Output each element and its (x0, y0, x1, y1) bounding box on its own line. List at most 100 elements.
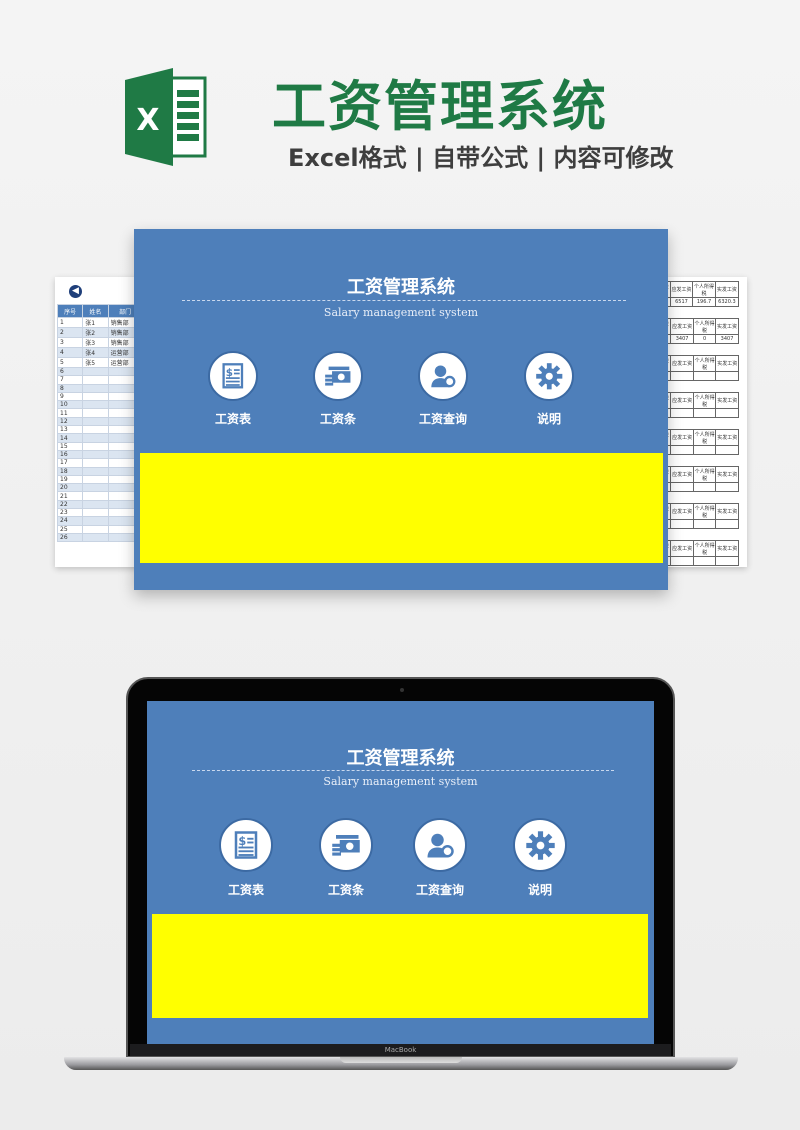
svg-text:X: X (136, 103, 159, 138)
employee-sheet-preview: ◀ 序号姓名部门职位1张1销售部经理2张2销售部副经理3张3销售部科员4张4运营… (55, 277, 145, 567)
table-cell: 19 (56, 474, 84, 485)
table-row: 14 (56, 433, 145, 443)
table-cell (82, 458, 109, 468)
table-cell: 4 (56, 347, 84, 358)
slip-header: 个人所得税 (693, 318, 717, 335)
laptop-notch (340, 1057, 462, 1063)
slip-header: 应发工资 (670, 466, 694, 483)
table-cell (82, 524, 109, 534)
nav-button-cash[interactable]: 工资条 (306, 818, 386, 898)
table-cell: 7 (56, 375, 84, 385)
slip-value (670, 445, 694, 455)
table-cell (82, 408, 109, 418)
panel-subtitle: Salary management system (323, 775, 478, 788)
table-row: 25 (56, 524, 145, 534)
table-row: 2张2销售部副经理 (56, 327, 145, 338)
table-cell: 5 (56, 357, 84, 368)
slip-value (670, 556, 694, 566)
table-cell: 2 (56, 327, 84, 338)
salary-sheet-icon: $ (219, 818, 273, 872)
table-cell: 17 (56, 458, 84, 468)
table-row: 3张3销售部科员 (56, 337, 145, 348)
user-search-icon (418, 351, 468, 401)
table-cell (82, 449, 109, 460)
table-cell (82, 474, 109, 485)
table-cell (82, 508, 109, 518)
laptop-screen-panel: 工资管理系统 Salary management system $ 工资表 工资条 工… (147, 701, 654, 1045)
nav-button-user-search[interactable]: 工资查询 (400, 818, 480, 898)
slip-header: 实发工资 (715, 540, 739, 557)
cash-icon (313, 351, 363, 401)
slip-header: 应发工资 (670, 503, 694, 520)
slip-header: 应发工资 (670, 318, 695, 335)
table-cell (82, 441, 109, 451)
table-row: 4张4运营部经理 (56, 347, 145, 358)
back-arrow-icon[interactable]: ◀ (69, 285, 82, 298)
panel-title: 工资管理系统 (346, 748, 455, 769)
employee-table: 序号姓名部门职位1张1销售部经理2张2销售部副经理3张3销售部科员4张4运营部经… (56, 304, 145, 543)
table-row: 21 (56, 491, 145, 501)
nav-button-salary-sheet[interactable]: $ 工资表 (206, 818, 286, 898)
nav-label: 工资表 (227, 883, 264, 897)
table-cell (82, 391, 109, 402)
nav-label: 工资表 (214, 412, 251, 426)
table-cell: 16 (56, 449, 84, 460)
table-cell: 20 (56, 483, 84, 493)
table-cell: 张3 (82, 337, 109, 348)
slip-value (692, 371, 717, 381)
table-row: 7 (56, 375, 145, 385)
nav-button-salary-sheet[interactable]: $ 工资表 (193, 351, 273, 427)
slip-header: 个人所得税 (692, 281, 716, 298)
slip-value (670, 482, 694, 492)
table-row: 13 (56, 425, 145, 435)
slip-value: 3407 (715, 334, 739, 344)
table-cell: 张5 (82, 357, 109, 368)
slip-value (715, 371, 739, 381)
table-cell (82, 516, 109, 526)
nav-label: 工资查询 (418, 412, 467, 426)
table-row: 16 (56, 449, 145, 460)
slip-value (692, 556, 717, 566)
table-cell: 8 (56, 383, 84, 393)
slip-value (692, 445, 717, 455)
column-header: 序号 (56, 304, 84, 318)
nav-button-user-search[interactable]: 工资查询 (403, 351, 483, 427)
table-row: 20 (56, 483, 145, 493)
table-cell: 26 (56, 532, 84, 543)
table-row: 1张1销售部经理 (56, 317, 145, 328)
column-header: 姓名 (82, 304, 109, 318)
slip-value: 0 (693, 334, 717, 344)
table-row: 17 (56, 458, 145, 468)
slip-value: 3407 (670, 334, 695, 344)
nav-label: 说明 (536, 412, 561, 426)
table-cell: 14 (56, 433, 84, 443)
slip-value: 6517 (669, 297, 694, 307)
nav-button-cash[interactable]: 工资条 (298, 351, 378, 427)
slip-header: 个人所得税 (692, 503, 717, 520)
slip-header: 实发工资 (715, 318, 739, 335)
table-cell: 15 (56, 441, 84, 451)
camera (400, 688, 404, 692)
slip-value (715, 482, 739, 492)
subtitle: Excel格式 | 自带公式 | 内容可修改 (288, 144, 674, 172)
divider (182, 300, 626, 301)
slip-header: 个人所得税 (692, 355, 717, 372)
table-cell: 10 (56, 400, 84, 410)
nav-button-gear[interactable]: 说明 (500, 818, 580, 898)
nav-label: 工资查询 (415, 883, 464, 897)
slip-value (692, 482, 717, 492)
macbook-label: MacBook (130, 1044, 671, 1056)
table-row: 8 (56, 383, 145, 393)
slip-header: 应发工资 (669, 281, 694, 298)
slip-header: 应发工资 (670, 392, 694, 409)
user-search-icon (413, 818, 467, 872)
nav-button-gear[interactable]: 说明 (509, 351, 589, 427)
table-row: 23 (56, 508, 145, 518)
table-cell (82, 433, 109, 443)
slip-header: 实发工资 (715, 355, 739, 372)
slip-header: 个人所得税 (692, 466, 717, 483)
salary-system-panel: 工资管理系统 Salary management system $ 工资表 工资条 工… (134, 229, 668, 590)
table-row: 12 (56, 416, 145, 427)
slip-value (692, 408, 717, 418)
table-cell: 23 (56, 508, 84, 518)
